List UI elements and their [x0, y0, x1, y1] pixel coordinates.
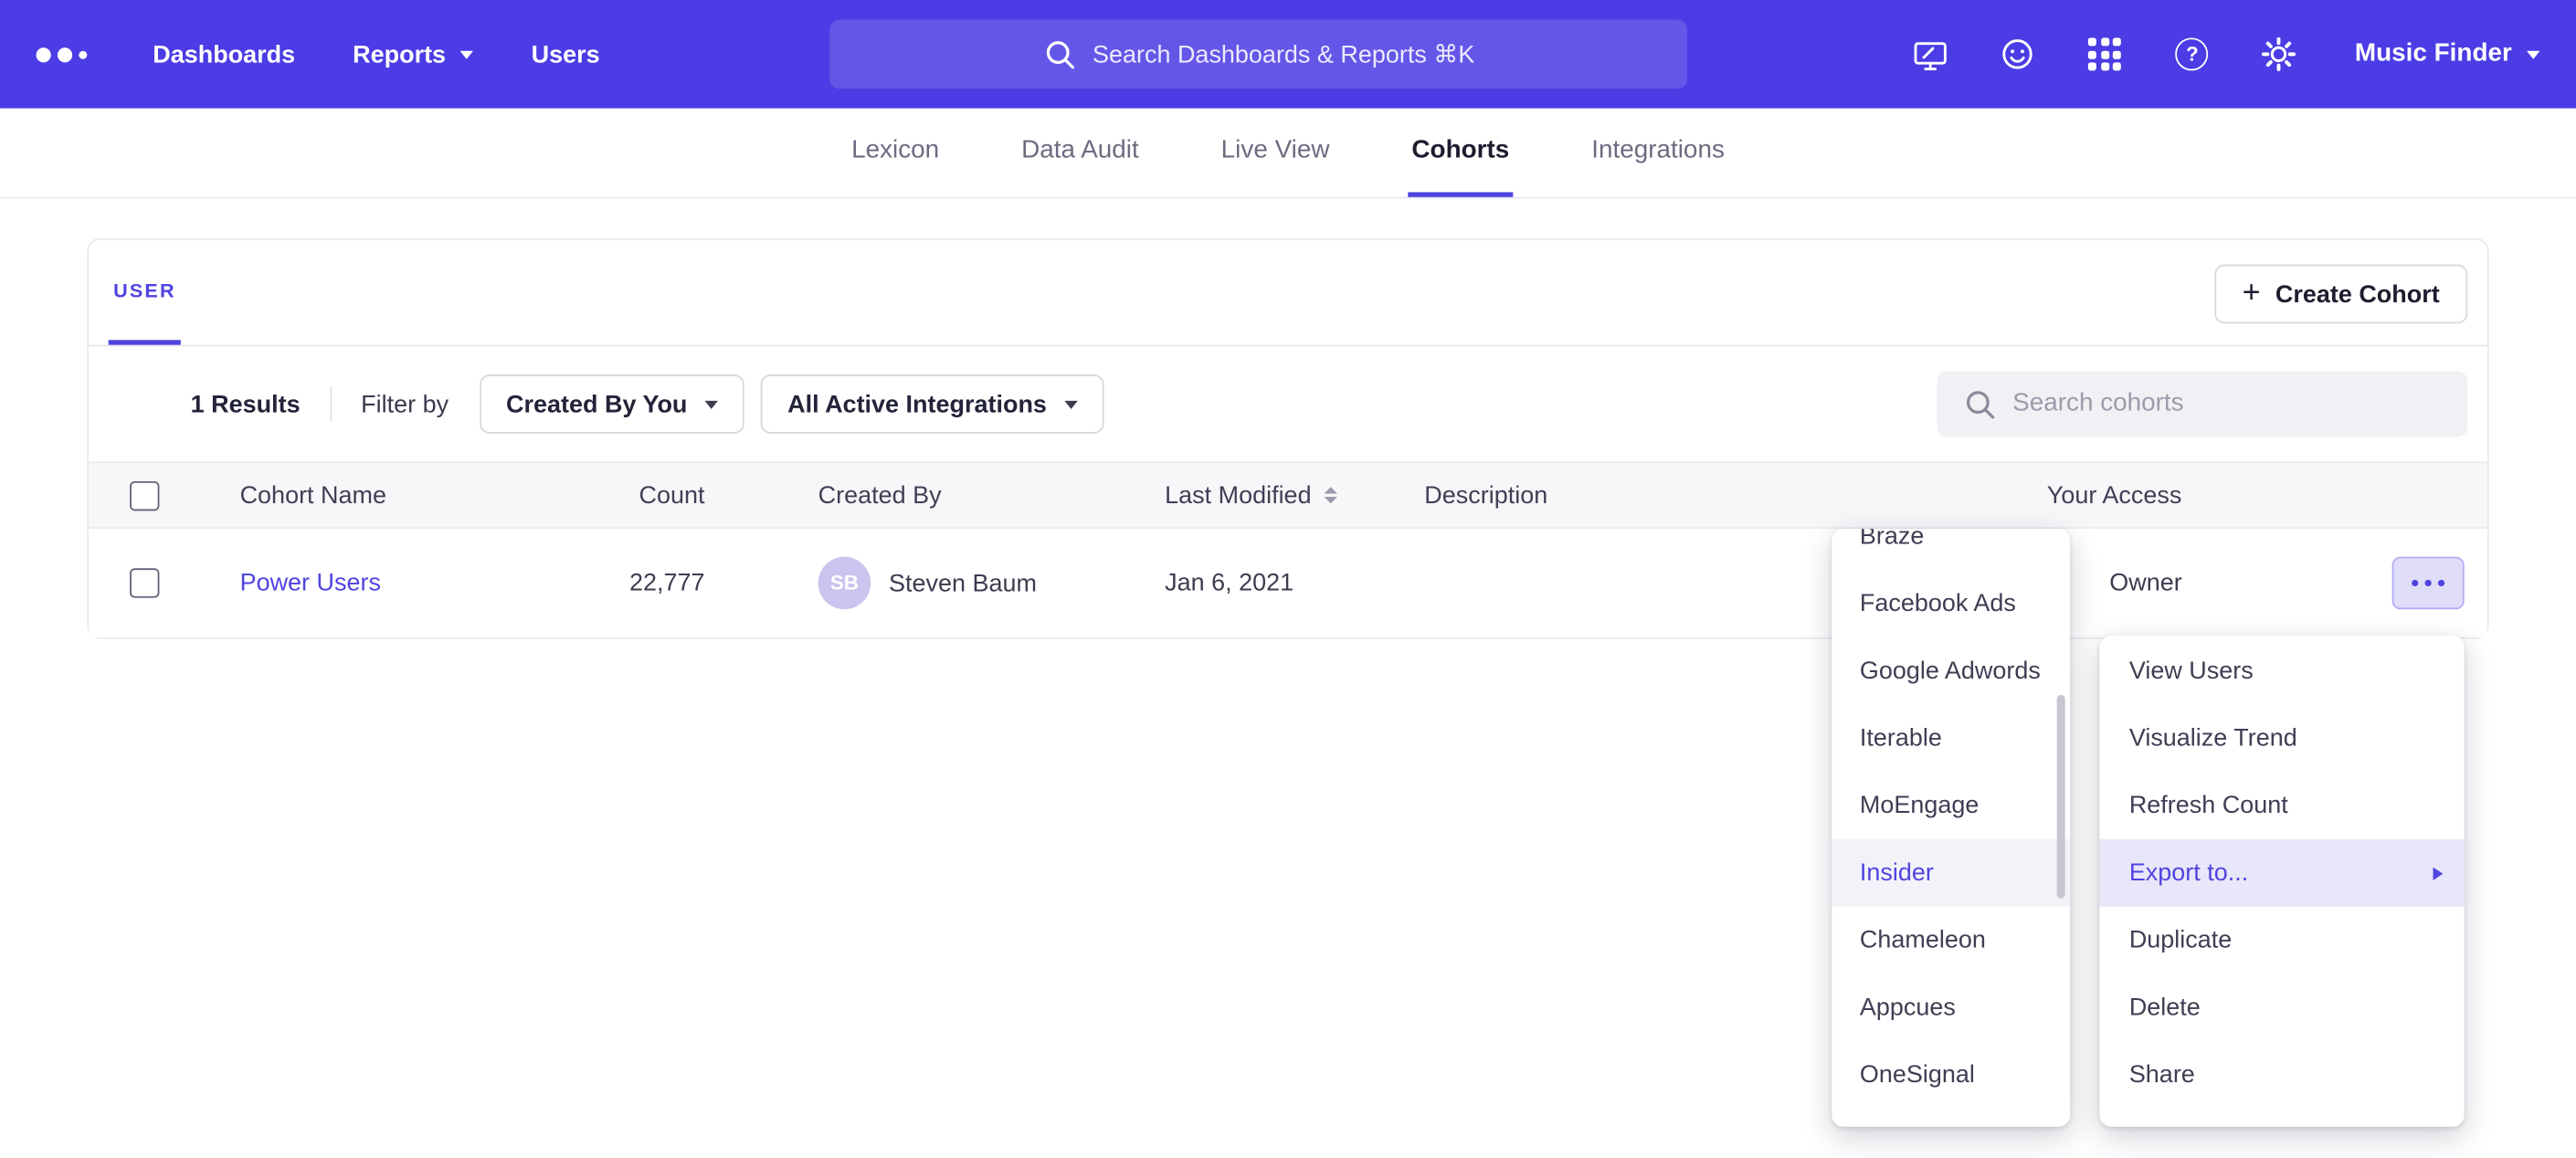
- submenu-arrow-icon: [2433, 867, 2444, 879]
- dot: [2437, 579, 2444, 586]
- filter-integrations-value: All Active Integrations: [787, 390, 1047, 418]
- header-your-access[interactable]: Your Access: [2047, 481, 2181, 510]
- submenu-item-iterable[interactable]: Iterable: [1832, 705, 2070, 773]
- create-cohort-label: Create Cohort: [2275, 280, 2440, 309]
- menu-item-share[interactable]: Share: [2099, 1041, 2464, 1109]
- caret-down-icon: [460, 50, 473, 58]
- header-cohort-name[interactable]: Cohort Name: [240, 481, 386, 510]
- menu-item-export-to-label: Export to...: [2129, 859, 2248, 888]
- cohort-last-modified: Jan 6, 2021: [1165, 569, 1293, 597]
- nav-reports[interactable]: Reports: [353, 40, 474, 68]
- submenu-item-onesignal[interactable]: OneSignal: [1832, 1041, 2070, 1109]
- top-nav-items: Dashboards Reports Users: [153, 40, 599, 68]
- row-checkbox-cell: [130, 568, 159, 597]
- header-created-by[interactable]: Created By: [818, 481, 942, 510]
- apps-grid-dots: [2089, 37, 2122, 70]
- submenu-item-chameleon[interactable]: Chameleon: [1832, 907, 2070, 974]
- table-header-row: Cohort Name Count Created By Last Modifi…: [89, 461, 2487, 529]
- caret-down-icon: [705, 400, 718, 408]
- caret-down-icon: [2527, 50, 2539, 58]
- scrollbar-thumb[interactable]: [2057, 695, 2065, 899]
- search-icon: [1963, 387, 1996, 420]
- app-root: Dashboards Reports Users: [0, 0, 2576, 1158]
- cohort-search[interactable]: [1937, 371, 2467, 437]
- mixpanel-logo-icon[interactable]: [37, 47, 88, 61]
- submenu-item-facebook-ads[interactable]: Facebook Ads: [1832, 570, 2070, 637]
- results-count: 1 Results: [191, 390, 301, 418]
- header-count[interactable]: Count: [508, 481, 705, 510]
- row-actions-menu: View Users Visualize Trend Refresh Count…: [2099, 636, 2464, 1127]
- menu-item-export-to[interactable]: Export to...: [2099, 839, 2464, 907]
- project-switcher[interactable]: Music Finder: [2355, 39, 2540, 68]
- header-last-modified[interactable]: Last Modified: [1165, 481, 1337, 510]
- cohorts-panel: USER + Create Cohort 1 Results Filter by…: [87, 238, 2488, 639]
- row-actions-button[interactable]: [2392, 557, 2465, 610]
- submenu-item-moengage[interactable]: MoEngage: [1832, 772, 2070, 839]
- select-all-checkbox[interactable]: [130, 480, 159, 510]
- menu-item-visualize-trend[interactable]: Visualize Trend: [2099, 705, 2464, 773]
- menu-item-refresh-count[interactable]: Refresh Count: [2099, 772, 2464, 839]
- section-tabs: Lexicon Data Audit Live View Cohorts Int…: [0, 109, 2576, 199]
- settings-gear-icon[interactable]: [2261, 37, 2297, 73]
- global-search-input[interactable]: [1093, 40, 1667, 68]
- search-icon: [1043, 37, 1076, 70]
- nav-users-label: Users: [532, 40, 600, 68]
- filter-by-label: Filter by: [361, 390, 449, 418]
- export-destinations-menu: Braze Facebook Ads Google Adwords Iterab…: [1832, 529, 2070, 1127]
- row-checkbox[interactable]: [130, 568, 159, 597]
- project-name: Music Finder: [2355, 39, 2512, 68]
- global-search[interactable]: [829, 20, 1687, 89]
- caret-down-icon: [1065, 400, 1078, 408]
- tab-live-view[interactable]: Live View: [1218, 109, 1333, 197]
- menu-item-view-users[interactable]: View Users: [2099, 637, 2464, 705]
- cohort-count: 22,777: [508, 569, 705, 597]
- submenu-item-insider[interactable]: Insider: [1832, 839, 2070, 907]
- panel-tabs-row: USER + Create Cohort: [89, 240, 2487, 347]
- menu-item-delete[interactable]: Delete: [2099, 974, 2464, 1041]
- tab-data-audit[interactable]: Data Audit: [1019, 109, 1143, 197]
- avatar: SB: [818, 557, 871, 610]
- nav-users[interactable]: Users: [532, 40, 600, 68]
- top-nav-right: ? Music F: [1913, 0, 2539, 109]
- cohort-your-access: Owner: [2109, 569, 2181, 597]
- cohort-created-by-cell: SB Steven Baum: [818, 557, 1037, 610]
- nav-reports-label: Reports: [353, 40, 446, 68]
- created-by-name: Steven Baum: [889, 569, 1037, 597]
- header-description[interactable]: Description: [1424, 481, 1547, 510]
- cohorts-toolbar: 1 Results Filter by Created By You All A…: [89, 346, 2487, 461]
- cohort-name-link[interactable]: Power Users: [240, 569, 381, 597]
- submenu-item-appcues[interactable]: Appcues: [1832, 974, 2070, 1041]
- filter-integrations-dropdown[interactable]: All Active Integrations: [761, 374, 1104, 434]
- support-icon[interactable]: [2000, 37, 2036, 73]
- cohort-search-input[interactable]: [2012, 389, 2440, 418]
- table-row: Power Users 22,777 SB Steven Baum Jan 6,…: [89, 529, 2487, 637]
- help-icon[interactable]: ?: [2174, 37, 2211, 73]
- filter-created-by-dropdown[interactable]: Created By You: [480, 374, 744, 434]
- top-nav-bar: Dashboards Reports Users: [0, 0, 2576, 109]
- tab-user[interactable]: USER: [109, 240, 181, 345]
- tab-lexicon[interactable]: Lexicon: [848, 109, 942, 197]
- tab-integrations[interactable]: Integrations: [1589, 109, 1728, 197]
- nav-dashboards[interactable]: Dashboards: [153, 40, 295, 68]
- plus-icon: +: [2243, 278, 2261, 309]
- vertical-divider: [330, 386, 332, 423]
- tab-cohorts[interactable]: Cohorts: [1409, 109, 1513, 197]
- submenu-item-braze[interactable]: Braze: [1832, 529, 2070, 570]
- sort-icon[interactable]: [1325, 487, 1337, 504]
- feedback-icon[interactable]: [1913, 37, 1949, 73]
- select-all-checkbox-cell: [130, 480, 159, 510]
- submenu-item-google-adwords[interactable]: Google Adwords: [1832, 637, 2070, 705]
- dot: [2424, 579, 2432, 586]
- dot: [2412, 579, 2419, 586]
- filter-created-by-value: Created By You: [506, 390, 687, 418]
- menu-item-duplicate[interactable]: Duplicate: [2099, 907, 2464, 974]
- nav-dashboards-label: Dashboards: [153, 40, 295, 68]
- question-mark-icon: ?: [2176, 37, 2209, 70]
- header-last-modified-label: Last Modified: [1165, 481, 1311, 510]
- apps-grid-icon[interactable]: [2087, 37, 2124, 73]
- create-cohort-button[interactable]: + Create Cohort: [2214, 265, 2467, 324]
